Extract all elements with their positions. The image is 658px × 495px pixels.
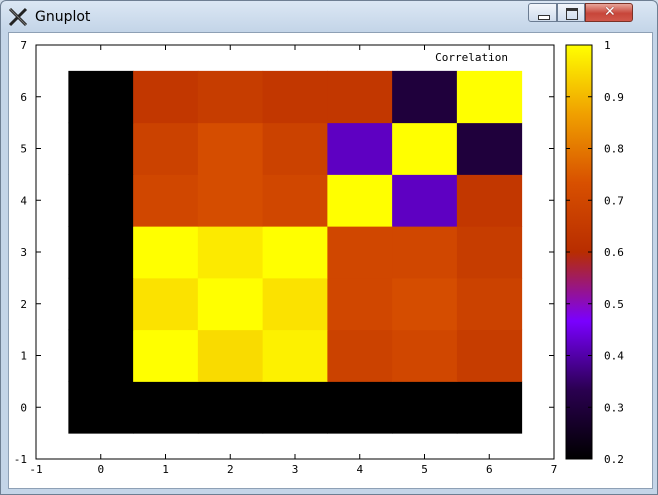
heatmap-cell (392, 122, 458, 175)
heatmap-cell (456, 70, 523, 124)
heatmap-cell (68, 226, 134, 279)
x-tick-label: 0 (97, 463, 104, 476)
heatmap-cell (327, 381, 393, 434)
heatmap-cell (456, 226, 523, 279)
maximize-icon (566, 8, 578, 20)
heatmap-cell (68, 381, 134, 434)
heatmap-chart: -1 0 1 2 3 4 5 6 7 -1 0 1 2 3 4 5 6 7 Correlation 0.2 0.3 0.4… (14, 39, 624, 476)
heatmap-cell (392, 277, 458, 331)
minimize-button[interactable] (528, 3, 557, 22)
heatmap-cell (327, 226, 393, 279)
colorbar-tick-label: 0.3 (604, 401, 624, 414)
heatmap-cell (68, 329, 134, 382)
heatmap-cell (197, 329, 264, 382)
heatmap-cell (133, 226, 199, 279)
x-tick-label: 5 (421, 463, 428, 476)
heatmap-cell (197, 174, 264, 227)
minimize-icon (538, 15, 550, 20)
colorbar-tick-label: 0.9 (604, 91, 624, 104)
colorbar-tick-label: 0.2 (604, 453, 624, 466)
heatmap-cell (262, 174, 328, 227)
close-icon: ✕ (604, 4, 616, 20)
colorbar-tick-label: 0.6 (604, 246, 624, 259)
y-tick-label: 2 (20, 298, 27, 311)
heatmap-cell (197, 381, 264, 434)
gnuplot-x-icon (8, 7, 28, 27)
heatmap-cell (327, 174, 393, 227)
heatmap-cell (133, 277, 199, 331)
heatmap-cell (262, 226, 328, 279)
heatmap-cell (262, 277, 328, 331)
heatmap-cell (392, 381, 458, 434)
maximize-button[interactable] (557, 3, 585, 22)
window-title: Gnuplot (35, 9, 91, 25)
heatmap-cell (68, 277, 134, 331)
x-tick-label: -1 (29, 463, 42, 476)
colorbar-tick-label: 1 (604, 39, 611, 52)
x-tick-label: 2 (227, 463, 234, 476)
heatmap-cell (392, 70, 458, 124)
heatmap-cell (262, 122, 328, 175)
title-bar[interactable]: Gnuplot ✕ (1, 1, 657, 32)
heatmap-cell (456, 122, 523, 175)
colorbar-tick-label: 0.4 (604, 350, 624, 363)
heatmap-cell (197, 70, 264, 124)
x-tick-label: 1 (162, 463, 169, 476)
plot-canvas: -1 0 1 2 3 4 5 6 7 -1 0 1 2 3 4 5 6 7 Correlation 0.2 0.3 0.4… (8, 32, 653, 489)
heatmap-cell (392, 174, 458, 227)
y-tick-label: 6 (20, 91, 27, 104)
heatmap-cell (456, 277, 523, 331)
heatmap-cell (262, 381, 328, 434)
heatmap-cell (68, 70, 134, 124)
x-tick-label: 4 (356, 463, 363, 476)
colorbar-tick-label: 0.8 (604, 143, 624, 156)
close-button[interactable]: ✕ (585, 3, 633, 22)
heatmap-cell (68, 174, 134, 227)
heatmap-cell (262, 70, 328, 124)
heatmap-cell (197, 122, 264, 175)
heatmap-cell (133, 329, 199, 382)
heatmap-cell (456, 381, 523, 434)
heatmap-cell (327, 329, 393, 382)
y-tick-label: 7 (20, 39, 27, 52)
heatmap-cell (197, 277, 264, 331)
heatmap-cell (133, 174, 199, 227)
y-tick-label: 1 (20, 350, 27, 363)
heatmap-cell (68, 122, 134, 175)
colorbar-tick-label: 0.5 (604, 298, 624, 311)
heatmap-cell (327, 122, 393, 175)
heatmap-cell (133, 381, 199, 434)
gnuplot-window: Gnuplot ✕ -1 0 1 2 3 4 5 6 7 -1 0 1 2 3 4 5 6 7 Correlatio… (0, 0, 658, 495)
heatmap-cell (133, 70, 199, 124)
heatmap-cell (327, 277, 393, 331)
y-tick-label: -1 (14, 453, 27, 466)
colorbar-tick-label: 0.7 (604, 194, 624, 207)
x-tick-label: 6 (486, 463, 493, 476)
heatmap-cell (392, 226, 458, 279)
heatmap-cell (262, 329, 328, 382)
heatmap-cell (456, 174, 523, 227)
y-tick-label: 4 (20, 194, 27, 207)
y-tick-label: 5 (20, 143, 27, 156)
heatmap-cell (197, 226, 264, 279)
x-tick-label: 7 (551, 463, 558, 476)
heatmap-cell (327, 70, 393, 124)
heatmap-cell (392, 329, 458, 382)
heatmap-cell (133, 122, 199, 175)
legend-entry: Correlation (435, 51, 508, 64)
x-tick-label: 3 (292, 463, 299, 476)
heatmap-cell (456, 329, 523, 382)
y-tick-label: 0 (20, 401, 27, 414)
y-tick-label: 3 (20, 246, 27, 259)
